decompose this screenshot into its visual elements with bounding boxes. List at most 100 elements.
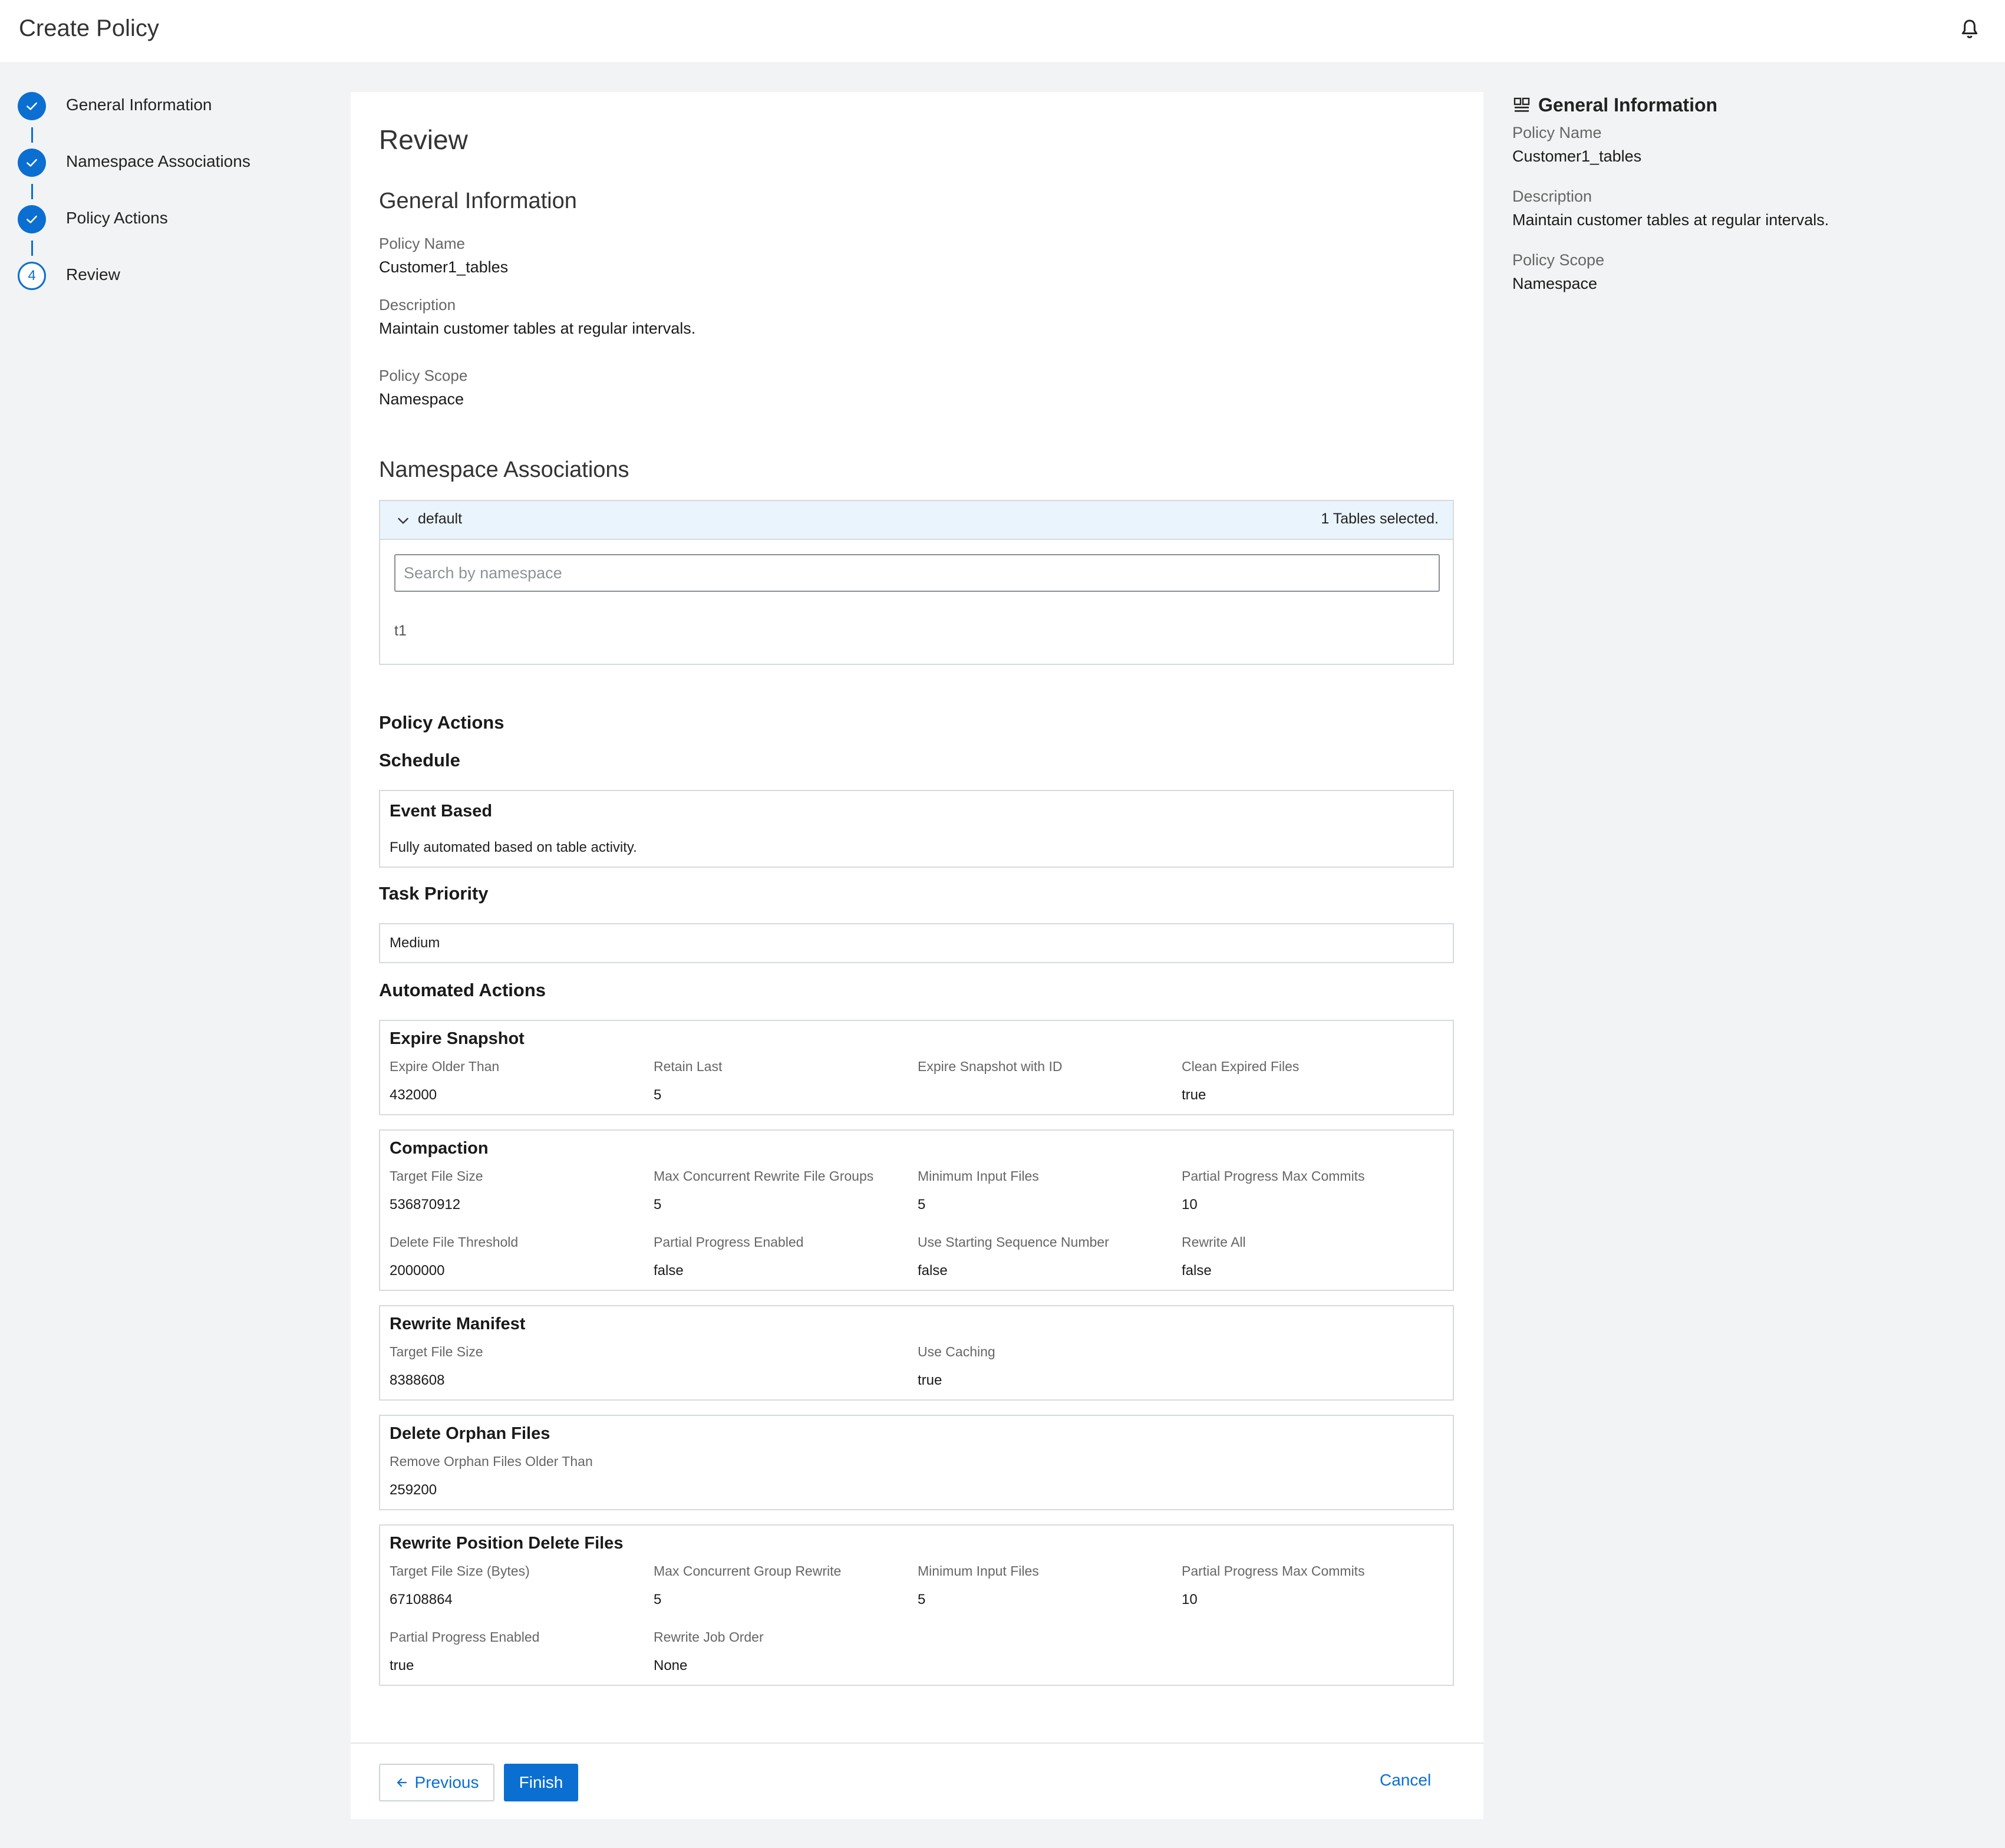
partial-progress-enabled-value: false <box>654 1263 684 1279</box>
target-file-size-label: Target File Size <box>390 1168 483 1184</box>
task-priority-box: Medium <box>379 923 1454 963</box>
task-priority-heading: Task Priority <box>379 883 489 904</box>
arrow-left-icon <box>397 1778 407 1787</box>
step-label: General Information <box>66 95 212 114</box>
chevron-down-icon[interactable] <box>395 513 411 528</box>
pd-partial-progress-max-commits-label: Partial Progress Max Commits <box>1182 1563 1365 1579</box>
pd-rewrite-job-order-label: Rewrite Job Order <box>654 1629 764 1645</box>
compaction-box: Compaction Target File Size Max Concurre… <box>379 1129 1454 1291</box>
pd-minimum-input-files-value: 5 <box>918 1592 926 1607</box>
step-label: Namespace Associations <box>66 152 250 170</box>
pd-partial-progress-enabled-label: Partial Progress Enabled <box>390 1629 540 1645</box>
pd-max-concurrent-label: Max Concurrent Group Rewrite <box>654 1563 842 1579</box>
target-file-size-value: 536870912 <box>390 1197 461 1213</box>
clean-expired-files-value: true <box>1182 1087 1206 1103</box>
expire-snapshot-title: Expire Snapshot <box>390 1029 525 1048</box>
remove-orphan-older-than-label: Remove Orphan Files Older Than <box>390 1454 593 1469</box>
step-label: Policy Actions <box>66 209 168 227</box>
check-icon <box>18 92 46 120</box>
pd-max-concurrent-value: 5 <box>654 1592 662 1607</box>
bell-icon[interactable] <box>1958 18 1981 41</box>
review-title: Review <box>379 124 468 155</box>
manifest-target-file-size-label: Target File Size <box>390 1344 483 1359</box>
expire-snapshot-box: Expire Snapshot Expire Older Than Retain… <box>379 1020 1454 1115</box>
policy-name-value: Customer1_tables <box>379 258 509 276</box>
retain-last-value: 5 <box>654 1087 662 1103</box>
step-review[interactable]: 4 Review <box>18 262 336 318</box>
clean-expired-files-label: Clean Expired Files <box>1182 1059 1300 1074</box>
expire-older-than-value: 432000 <box>390 1087 437 1103</box>
schedule-description: Fully automated based on table activity. <box>390 839 637 855</box>
partial-progress-enabled-label: Partial Progress Enabled <box>654 1234 804 1250</box>
step-general-information[interactable]: General Information <box>18 92 336 149</box>
use-caching-label: Use Caching <box>918 1344 995 1359</box>
minimum-input-files-value: 5 <box>918 1197 926 1213</box>
cancel-button[interactable]: Cancel <box>1380 1771 1431 1790</box>
summary-policy-name-label: Policy Name <box>1512 124 1602 141</box>
namespace-search-input[interactable] <box>394 554 1440 592</box>
step-connector <box>31 127 33 143</box>
use-caching-value: true <box>918 1372 942 1388</box>
previous-button[interactable]: Previous <box>379 1764 494 1801</box>
namespace-accordion-header[interactable]: default 1 Tables selected. <box>380 501 1453 540</box>
automated-actions-heading: Automated Actions <box>379 980 546 1000</box>
previous-button-label: Previous <box>414 1773 479 1791</box>
step-namespace-associations[interactable]: Namespace Associations <box>18 149 336 205</box>
expire-snapshot-id-label: Expire Snapshot with ID <box>918 1059 1063 1074</box>
namespace-panel: default 1 Tables selected. t1 <box>379 500 1454 665</box>
use-starting-sequence-label: Use Starting Sequence Number <box>918 1234 1109 1250</box>
step-label: Review <box>66 265 120 284</box>
pd-rewrite-job-order-value: None <box>654 1658 688 1674</box>
rewrite-manifest-box: Rewrite Manifest Target File Size Use Ca… <box>379 1305 1454 1401</box>
policy-name-label: Policy Name <box>379 235 465 252</box>
compaction-title: Compaction <box>390 1139 489 1158</box>
rewrite-all-label: Rewrite All <box>1182 1234 1246 1250</box>
policy-scope-value: Namespace <box>379 390 464 408</box>
namespace-heading: Namespace Associations <box>379 457 629 482</box>
pd-target-file-size-label: Target File Size (Bytes) <box>390 1563 530 1579</box>
delete-file-threshold-label: Delete File Threshold <box>390 1234 519 1250</box>
finish-button[interactable]: Finish <box>504 1764 578 1801</box>
dashboard-icon <box>1513 97 1530 112</box>
schedule-heading: Schedule <box>379 750 460 770</box>
pd-minimum-input-files-label: Minimum Input Files <box>918 1563 1039 1579</box>
retain-last-label: Retain Last <box>654 1059 723 1074</box>
step-connector <box>31 241 33 256</box>
max-concurrent-rewrite-value: 5 <box>654 1197 662 1213</box>
step-policy-actions[interactable]: Policy Actions <box>18 205 336 262</box>
delete-file-threshold-value: 2000000 <box>390 1263 445 1279</box>
pd-partial-progress-enabled-value: true <box>390 1658 414 1674</box>
summary-heading: General Information <box>1538 94 1718 116</box>
summary-policy-scope-value: Namespace <box>1512 275 1598 292</box>
general-info-heading: General Information <box>379 189 577 213</box>
summary-header: General Information <box>1512 94 1717 116</box>
table-item: t1 <box>394 622 407 639</box>
remove-orphan-older-than-value: 259200 <box>390 1482 437 1498</box>
namespace-name: default <box>418 510 463 527</box>
partial-progress-max-commits-value: 10 <box>1182 1197 1198 1213</box>
partial-progress-max-commits-label: Partial Progress Max Commits <box>1182 1168 1365 1184</box>
review-card: Review General Information Policy Name C… <box>351 92 1483 1819</box>
description-label: Description <box>379 296 456 314</box>
footer-divider <box>351 1742 1483 1744</box>
summary-description-value: Maintain customer tables at regular inte… <box>1512 211 1829 229</box>
summary-policy-scope-label: Policy Scope <box>1512 251 1605 269</box>
rewrite-all-value: false <box>1182 1263 1212 1279</box>
policy-actions-heading: Policy Actions <box>379 712 504 733</box>
check-icon <box>18 149 46 177</box>
description-value: Maintain customer tables at regular inte… <box>379 319 696 337</box>
delete-orphan-files-title: Delete Orphan Files <box>390 1424 550 1443</box>
rewrite-position-delete-title: Rewrite Position Delete Files <box>390 1534 624 1553</box>
schedule-title: Event Based <box>390 802 493 821</box>
max-concurrent-rewrite-label: Max Concurrent Rewrite File Groups <box>654 1168 874 1184</box>
task-priority-value: Medium <box>390 935 440 951</box>
summary-policy-name-value: Customer1_tables <box>1512 147 1642 165</box>
summary-description-label: Description <box>1512 187 1592 205</box>
page-title: Create Policy <box>19 15 159 41</box>
schedule-box: Event Based Fully automated based on tab… <box>379 790 1454 868</box>
top-bar: Create Policy <box>0 0 2005 63</box>
use-starting-sequence-value: false <box>918 1263 948 1279</box>
step-number: 4 <box>18 262 46 290</box>
wizard-stepper: General Information Namespace Associatio… <box>18 92 336 318</box>
pd-target-file-size-value: 67108864 <box>390 1592 453 1607</box>
